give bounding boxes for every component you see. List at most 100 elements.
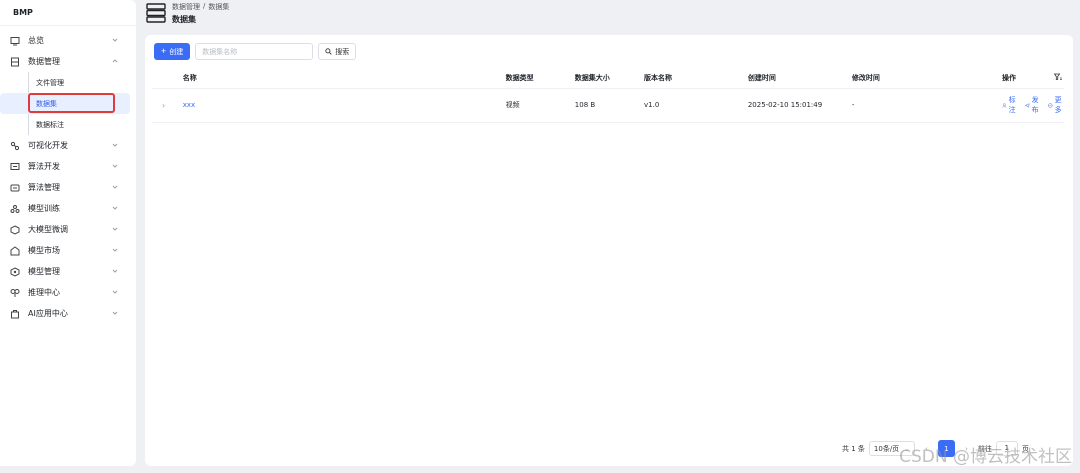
search-button-label: 搜索 (335, 48, 350, 56)
visual-dev-icon (10, 141, 20, 151)
row-actions: 标注 发布 更多 (1002, 95, 1064, 115)
submenu-data-management: 文件管理 数据集 数据标注 (0, 72, 136, 135)
sidebar-item-label: 推理中心 (28, 288, 60, 297)
chevron-down-icon (112, 205, 118, 211)
toolbar: +创建 搜索 (154, 43, 357, 60)
sidebar-item-visual-dev[interactable]: 可视化开发 (0, 135, 136, 156)
more-button[interactable]: 更多 (1048, 95, 1064, 115)
sidebar-subitem-file-management[interactable]: 文件管理 (0, 72, 130, 93)
sidebar-item-algorithm-dev[interactable]: 算法开发 (0, 156, 136, 177)
column-header: 数据类型 (505, 68, 575, 89)
breadcrumb: 数据管理 / 数据集 数据集 (172, 2, 229, 25)
watermark: CSDN @博云技术社区 (899, 447, 1072, 467)
highlight-box (28, 93, 115, 113)
database-icon (10, 57, 20, 67)
model-train-icon (10, 204, 20, 214)
llm-finetune-icon (10, 224, 20, 235)
create-button-label: 创建 (169, 48, 184, 56)
sidebar-item-ai-app[interactable]: AI应用中心 (0, 303, 136, 324)
sidebar-item-label: AI应用中心 (28, 309, 68, 318)
dataset-name-link[interactable]: xxx (183, 101, 195, 109)
chevron-down-icon (112, 310, 118, 316)
chevron-down-icon (112, 226, 118, 232)
cell-size: 108 B (574, 88, 645, 123)
breadcrumb-item: 数据集 (208, 2, 230, 11)
annotate-label: 标注 (1008, 96, 1016, 114)
publish-button[interactable]: 发布 (1024, 95, 1041, 115)
page-title: 数据集 (172, 14, 196, 24)
page-header: 数据管理 / 数据集 数据集 (146, 2, 229, 24)
server-stack-icon (146, 3, 166, 23)
main-content: +创建 搜索 名称 数据类型 数据集大小 版本名称 创建时间 修改时间 操作 (145, 35, 1073, 466)
page-size-value: 10条/页 (873, 444, 900, 453)
brand-logo: BMP (0, 0, 136, 26)
sidebar-item-label: 模型训练 (28, 204, 60, 213)
chevron-down-icon (112, 163, 118, 169)
annotate-button[interactable]: 标注 (1002, 95, 1018, 115)
sidebar-item-data-management[interactable]: 数据管理 (0, 51, 136, 72)
column-header: 操作 (1001, 73, 1016, 82)
sidebar-item-overview[interactable]: 总览 (0, 30, 136, 51)
sidebar-item-label: 模型市场 (28, 246, 60, 255)
table-header-row: 名称 数据类型 数据集大小 版本名称 创建时间 修改时间 操作 (152, 68, 1064, 89)
breadcrumb-item[interactable]: 数据管理 (172, 2, 200, 12)
chevron-down-icon (112, 184, 118, 190)
send-icon (1024, 102, 1030, 108)
chevron-down-icon (112, 142, 118, 148)
overview-icon (10, 36, 20, 46)
sidebar-item-label: 数据管理 (28, 57, 60, 66)
search-button[interactable]: 搜索 (318, 43, 357, 60)
column-header: 创建时间 (747, 68, 852, 89)
column-header: 名称 (182, 68, 506, 89)
sidebar-item-label: 算法管理 (28, 183, 60, 192)
chevron-down-icon (112, 289, 118, 295)
ai-app-icon (10, 309, 20, 319)
column-header-actions: 操作 (1001, 68, 1064, 89)
plus-icon: + (161, 46, 167, 56)
search-input[interactable] (195, 43, 314, 60)
create-button[interactable]: + 创建 (154, 43, 191, 60)
chevron-down-icon (112, 37, 118, 43)
model-mgmt-icon (10, 266, 20, 277)
sidebar-item-label: 大模型微调 (28, 225, 68, 234)
algorithm-dev-icon (10, 162, 20, 172)
column-expand (152, 68, 183, 89)
chevron-down-icon (112, 247, 118, 253)
column-header: 修改时间 (851, 68, 1002, 89)
sidebar-item-llm-finetune[interactable]: 大模型微调 (0, 219, 136, 240)
sidebar-item-label: 总览 (28, 36, 44, 45)
more-icon (1048, 102, 1053, 108)
filter-icon[interactable] (1053, 73, 1062, 83)
sidebar-subitem-data-annotation[interactable]: 数据标注 (0, 114, 130, 135)
sidebar-item-label: 可视化开发 (28, 141, 68, 150)
more-label: 更多 (1054, 96, 1062, 114)
column-header: 版本名称 (644, 68, 748, 89)
sidebar-item-algorithm-mgmt[interactable]: 算法管理 (0, 177, 136, 198)
dataset-table: 名称 数据类型 数据集大小 版本名称 创建时间 修改时间 操作 › xxx 视频 (152, 68, 1064, 123)
chevron-up-icon (112, 58, 118, 64)
algorithm-mgmt-icon (10, 183, 20, 193)
chevron-down-icon (112, 268, 118, 274)
sidebar-item-label: 算法开发 (28, 162, 60, 171)
cell-version: v1.0 (644, 88, 748, 123)
sidebar-item-model-train[interactable]: 模型训练 (0, 198, 136, 219)
breadcrumb-separator: / (203, 1, 206, 10)
sidebar-menu: 总览 数据管理 文件管理 数据集 数据标注 可视化开发 算法开发 算法管理 模型… (0, 26, 136, 324)
cell-created: 2025-02-10 15:01:49 (747, 88, 852, 123)
sidebar-item-model-market[interactable]: 模型市场 (0, 240, 136, 261)
expand-row-icon[interactable]: › (152, 88, 183, 123)
sidebar-item-model-mgmt[interactable]: 模型管理 (0, 261, 136, 282)
total-count: 共 1 条 (842, 444, 865, 453)
user-icon (1002, 102, 1007, 108)
inference-icon (10, 288, 20, 298)
column-header: 数据集大小 (574, 68, 645, 89)
cell-type: 视频 (505, 88, 575, 123)
sidebar-item-inference[interactable]: 推理中心 (0, 282, 136, 303)
sidebar-subitem-dataset[interactable]: 数据集 (0, 93, 130, 114)
model-market-icon (10, 245, 20, 256)
sidebar-item-label: 模型管理 (28, 267, 60, 276)
publish-label: 发布 (1031, 96, 1039, 114)
table-row[interactable]: › xxx 视频 108 B v1.0 2025-02-10 15:01:49 … (152, 88, 1064, 123)
cell-modified: - (851, 88, 1002, 123)
search-icon (325, 48, 332, 55)
